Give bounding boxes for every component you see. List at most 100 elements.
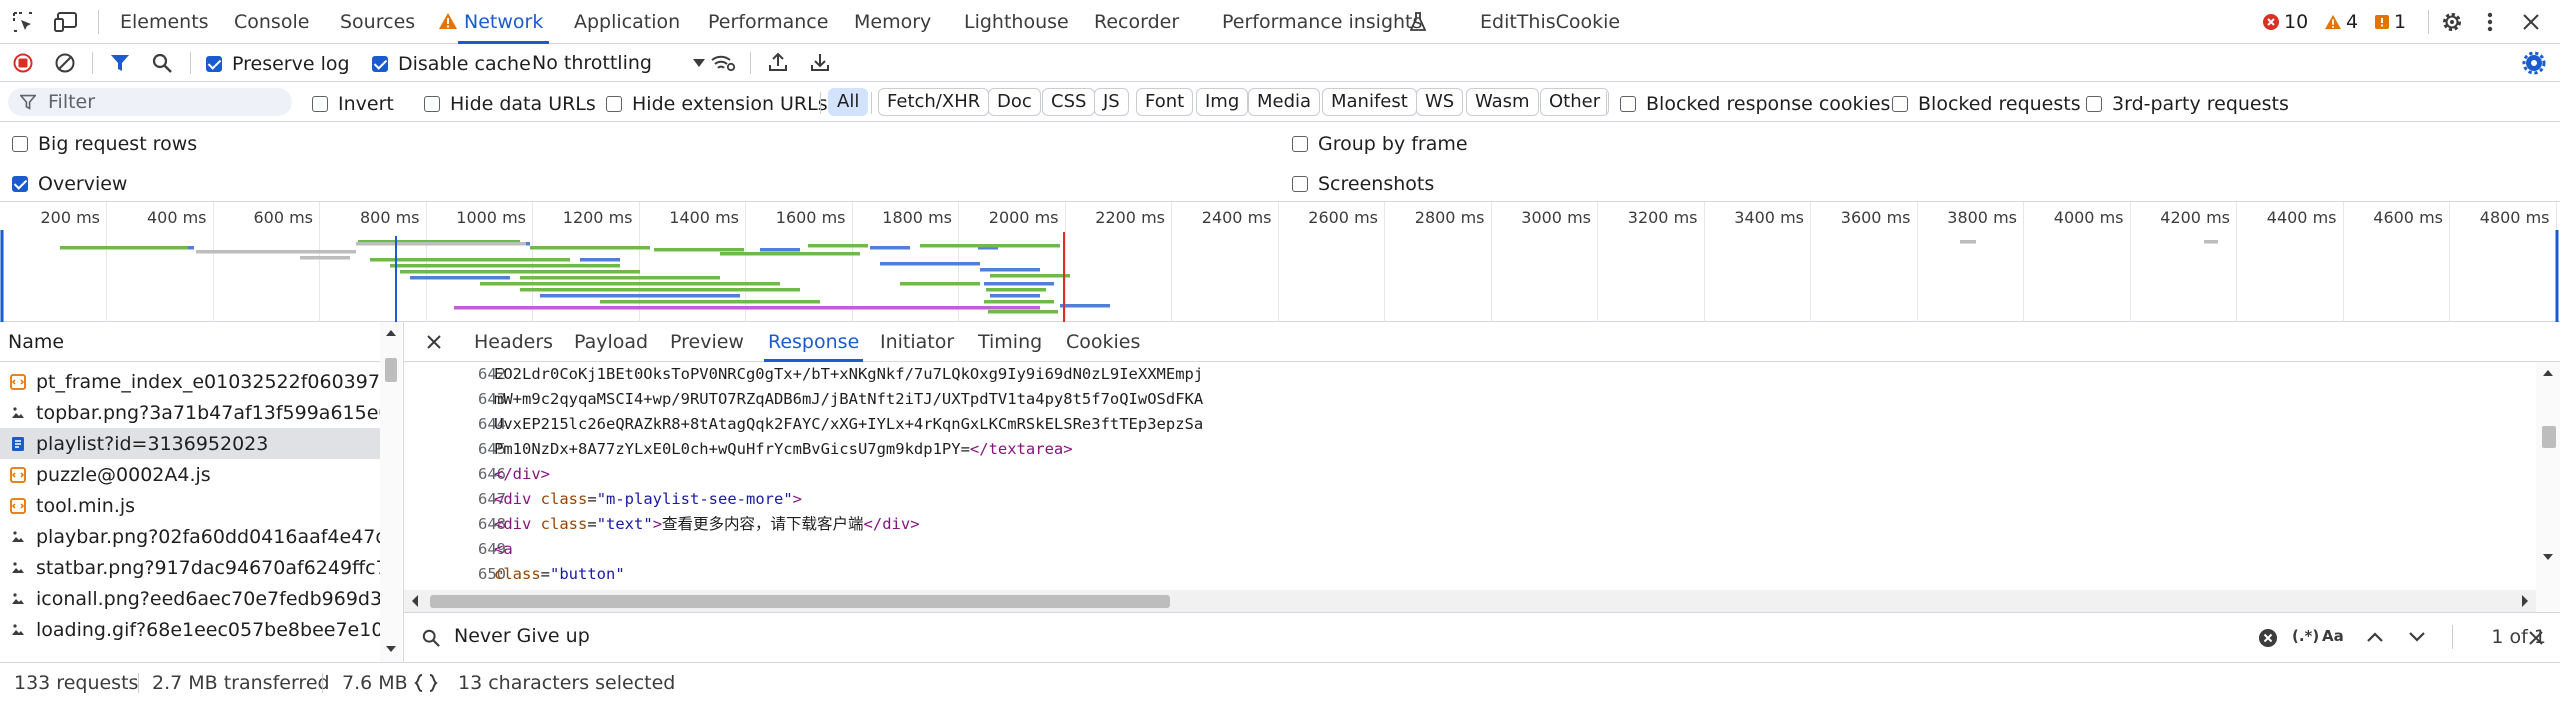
tab-network[interactable]: Network <box>457 0 550 44</box>
tab-preview[interactable]: Preview <box>670 322 744 362</box>
record-stop-icon[interactable] <box>13 53 33 73</box>
tab-initiator[interactable]: Initiator <box>880 322 954 362</box>
name-column-header[interactable]: Name <box>0 322 380 362</box>
throttling-select[interactable]: No throttling <box>532 49 706 77</box>
tab-lighthouse[interactable]: Lighthouse <box>964 0 1069 44</box>
tab-console[interactable]: Console <box>234 0 309 44</box>
type-filter-js[interactable]: JS <box>1094 88 1129 116</box>
code-text: 查看更多内容，请下载客户端 <box>662 515 864 533</box>
third-party-requests-checkbox[interactable]: 3rd-party requests <box>2086 93 2289 115</box>
filter-funnel-icon[interactable] <box>110 53 130 73</box>
clear-search-icon[interactable] <box>2258 628 2278 648</box>
checkbox-unchecked[interactable] <box>1620 96 1636 112</box>
divider <box>820 92 821 114</box>
type-filter-media[interactable]: Media <box>1248 88 1321 116</box>
close-search-icon[interactable] <box>2528 630 2544 646</box>
type-filter-doc[interactable]: Doc <box>988 88 1041 116</box>
settings-gear-icon[interactable] <box>2440 10 2464 34</box>
request-row[interactable]: playbar.png?02fa60dd0416aaf4e47d1... <box>0 521 380 552</box>
checkbox-unchecked[interactable] <box>12 136 28 152</box>
response-source-viewer[interactable]: 642 EO2Ldr0CoKj1BEt0OksToPV0NRCg0gTx+/bT+… <box>404 362 2534 612</box>
response-horizontal-scrollbar[interactable] <box>404 590 2536 612</box>
checkbox-unchecked[interactable] <box>312 96 328 112</box>
warning-count-badge[interactable]: 4 <box>2324 11 2358 33</box>
checkbox-unchecked[interactable] <box>1292 176 1308 192</box>
type-filter-all[interactable]: All <box>828 88 869 116</box>
request-list-scrollbar[interactable] <box>380 322 402 662</box>
clear-icon[interactable] <box>55 53 75 73</box>
disable-cache-checkbox[interactable]: Disable cache <box>372 53 531 75</box>
network-settings-gear-icon[interactable] <box>2522 51 2546 75</box>
tab-performance-insights[interactable]: Performance insights <box>1222 0 1422 44</box>
tab-payload[interactable]: Payload <box>574 322 648 362</box>
type-filter-manifest[interactable]: Manifest <box>1322 88 1417 116</box>
checkbox-unchecked[interactable] <box>1292 136 1308 152</box>
group-by-frame-checkbox[interactable]: Group by frame <box>1292 133 1468 155</box>
type-filter-fetch-xhr[interactable]: Fetch/XHR <box>878 88 990 116</box>
type-filter-font[interactable]: Font <box>1136 88 1194 116</box>
pretty-print-icon[interactable] <box>414 673 438 693</box>
tab-cookies[interactable]: Cookies <box>1066 322 1140 362</box>
search-query-input[interactable]: Never Give up <box>454 625 590 647</box>
error-count-badge[interactable]: 10 <box>2262 11 2308 33</box>
filter-input[interactable]: Filter <box>8 88 292 116</box>
type-filter-wasm[interactable]: Wasm <box>1466 88 1539 116</box>
invert-checkbox[interactable]: Invert <box>312 93 394 115</box>
previous-match-icon[interactable] <box>2366 630 2384 644</box>
checkbox-unchecked[interactable] <box>606 96 622 112</box>
checkbox-checked[interactable] <box>372 56 388 72</box>
close-details-icon[interactable] <box>426 334 442 350</box>
code-text: Pm10NzDx+8A77zYLxE0L0ch+wQuHfrYcmBvGicsU… <box>494 440 970 458</box>
tab-sources[interactable]: Sources <box>340 0 415 44</box>
match-case-toggle[interactable]: Aa <box>2322 627 2344 645</box>
tab-headers[interactable]: Headers <box>474 322 553 362</box>
tab-timing[interactable]: Timing <box>978 322 1042 362</box>
waterfall-bar <box>984 300 1054 304</box>
request-row[interactable]: topbar.png?3a71b47af13f599a615e0c... <box>0 397 380 428</box>
hide-extension-urls-checkbox[interactable]: Hide extension URLs <box>606 93 828 115</box>
request-row[interactable]: pt_frame_index_e01032522f06039712... <box>0 366 380 397</box>
request-row[interactable]: iconall.png?eed6aec70e7fedb969d35... <box>0 583 380 614</box>
network-overview-timeline[interactable]: 200 ms 400 ms 600 ms 800 ms 1000 ms 1200 ms 14… <box>0 202 2560 322</box>
tab-editthiscookie[interactable]: EditThisCookie <box>1480 0 1620 44</box>
checkbox-checked[interactable] <box>12 176 28 192</box>
checkbox-unchecked[interactable] <box>424 96 440 112</box>
blocked-requests-checkbox[interactable]: Blocked requests <box>1892 93 2081 115</box>
checkbox-unchecked[interactable] <box>2086 96 2102 112</box>
big-request-rows-checkbox[interactable]: Big request rows <box>12 133 197 155</box>
request-row[interactable]: loading.gif?68e1eec057be8bee7e108... <box>0 614 380 645</box>
issue-count-badge[interactable]: 1 <box>2374 11 2406 33</box>
request-row[interactable]: puzzle@0002A4.js <box>0 459 380 490</box>
checkbox-unchecked[interactable] <box>1892 96 1908 112</box>
hide-data-urls-checkbox[interactable]: Hide data URLs <box>424 93 596 115</box>
screenshots-checkbox[interactable]: Screenshots <box>1292 173 1434 195</box>
import-har-icon[interactable] <box>768 52 788 72</box>
type-filter-ws[interactable]: WS <box>1416 88 1464 116</box>
network-conditions-icon[interactable] <box>710 53 736 73</box>
regex-toggle[interactable]: (.*) <box>2292 627 2319 645</box>
tab-performance[interactable]: Performance <box>708 0 828 44</box>
request-row[interactable]: tool.min.js <box>0 490 380 521</box>
overview-checkbox[interactable]: Overview <box>12 173 127 195</box>
tab-recorder[interactable]: Recorder <box>1094 0 1179 44</box>
tab-response[interactable]: Response <box>763 322 864 362</box>
request-row[interactable]: playlist?id=3136952023 <box>0 428 380 459</box>
search-icon[interactable] <box>152 53 172 73</box>
more-options-icon[interactable] <box>2486 11 2494 33</box>
blocked-response-cookies-checkbox[interactable]: Blocked response cookies <box>1620 93 1890 115</box>
type-filter-img[interactable]: Img <box>1196 88 1249 116</box>
checkbox-checked[interactable] <box>206 56 222 72</box>
next-match-icon[interactable] <box>2408 630 2426 644</box>
inspect-element-icon[interactable] <box>12 11 34 33</box>
tab-application[interactable]: Application <box>574 0 680 44</box>
request-row[interactable]: statbar.png?917dac94670af6249ffc73... <box>0 552 380 583</box>
tab-elements[interactable]: Elements <box>120 0 209 44</box>
type-filter-css[interactable]: CSS <box>1042 88 1096 116</box>
tab-memory[interactable]: Memory <box>854 0 931 44</box>
export-har-icon[interactable] <box>810 52 830 72</box>
response-vertical-scrollbar[interactable] <box>2536 362 2560 612</box>
device-toolbar-icon[interactable] <box>54 11 78 33</box>
type-filter-other[interactable]: Other <box>1540 88 1610 116</box>
close-devtools-icon[interactable] <box>2522 13 2540 31</box>
preserve-log-checkbox[interactable]: Preserve log <box>206 53 350 75</box>
